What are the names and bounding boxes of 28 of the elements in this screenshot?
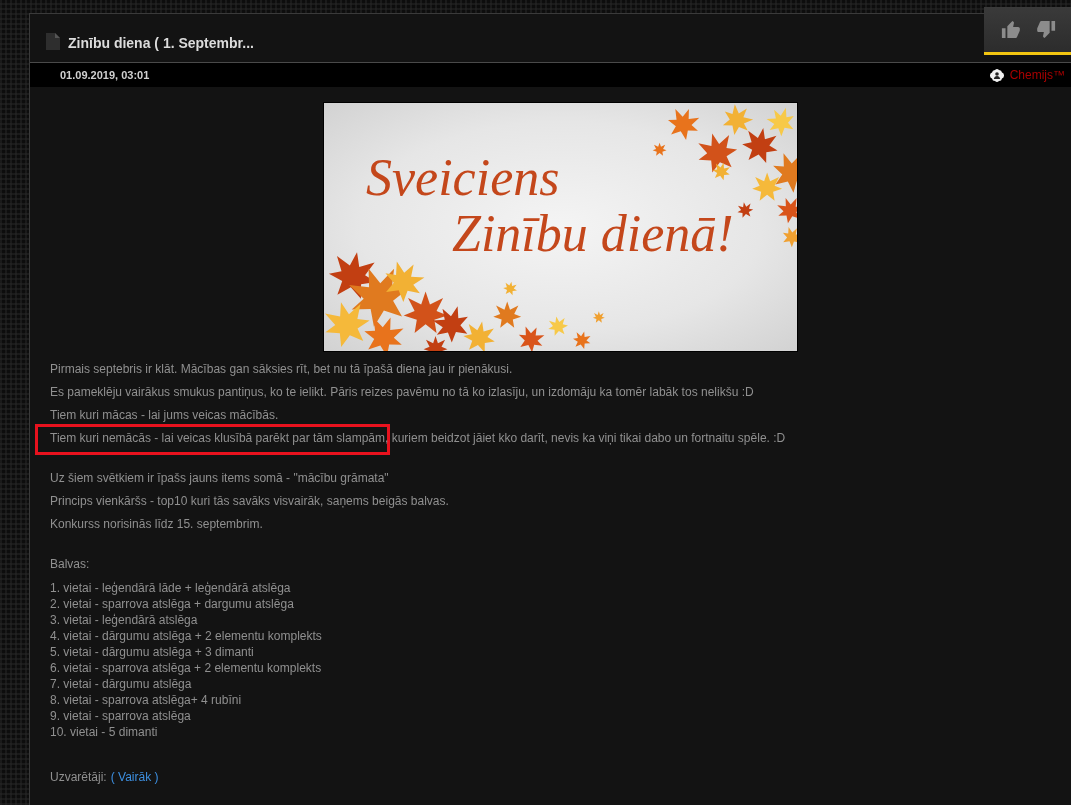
paragraph-text: Es pameklēju vairākus smukus pantiņus, ko te ielikt. Pāris reizes pavēmu no tā ko izlasīju, un izdomāju ka tomēr labāk tos nelikšu :D <box>50 385 754 399</box>
prize-line: 9. vietai - sparrova atslēga <box>50 708 191 724</box>
post-date: 01.09.2019, 03:01 <box>60 69 150 81</box>
prize-line: 8. vietai - sparrova atslēga+ 4 rubīni <box>50 692 242 708</box>
prize-line: 4. vietai - dārgumu atslēga + 2 elementu komplekts <box>50 628 322 644</box>
user-badge-icon <box>988 68 1005 82</box>
document-icon <box>46 33 60 50</box>
paragraph-text: Konkurss norisinās līdz 15. septembrim. <box>50 517 263 531</box>
paragraph-text: , kuriem beidzot jāiet kko darīt, nevis ka viņi tikai dabo un fortnaitu spēle. :D <box>385 431 786 445</box>
more-link[interactable]: ( Vairāk ) <box>110 769 159 786</box>
paragraph-text: Princips vienkāršs - top10 kuri tās savāks visvairāk, saņems beigās balvas. <box>50 494 449 508</box>
banner-greeting-text: Zinību dienā! <box>452 207 734 261</box>
thumbs-up-button[interactable] <box>1000 20 1020 39</box>
prize-line: 2. vietai - sparrova atslēga + dargumu atslēga <box>50 596 294 612</box>
prize-line: 3. vietai - leģendārā atslēga <box>50 612 198 628</box>
paragraph-text: Pirmais septebris ir klāt. Mācības gan sāksies rīt, bet nu tā īpašā diena jau ir pienākusi. <box>50 362 513 376</box>
prize-line: 6. vietai - sparrova atslēga + 2 elementu komplekts <box>50 660 322 676</box>
prize-line: 5. vietai - dārgumu atslēga + 3 dimanti <box>50 644 254 660</box>
prize-line: 7. vietai - dārgumu atslēga <box>50 676 192 692</box>
prize-line: 10. vietai - 5 dimanti <box>50 724 158 740</box>
post-title: Zinību diena ( 1. Septembr... <box>68 35 254 52</box>
prize-line: 1. vietai - leģendārā lāde + leģendārā atslēga <box>50 580 291 596</box>
paragraph-text: Tiem kuri mācas - lai jums veicas mācībās. <box>50 408 279 422</box>
banner-greeting-text: Sveiciens <box>366 151 560 205</box>
winners-label: Uzvarētāji: <box>50 769 107 786</box>
prizes-heading: Balvas: <box>50 557 90 571</box>
paragraph-text: Uz šiem svētkiem ir īpašs jauns items somā - "mācību grāmata" <box>50 471 389 485</box>
thumbs-down-button[interactable] <box>1037 20 1057 39</box>
